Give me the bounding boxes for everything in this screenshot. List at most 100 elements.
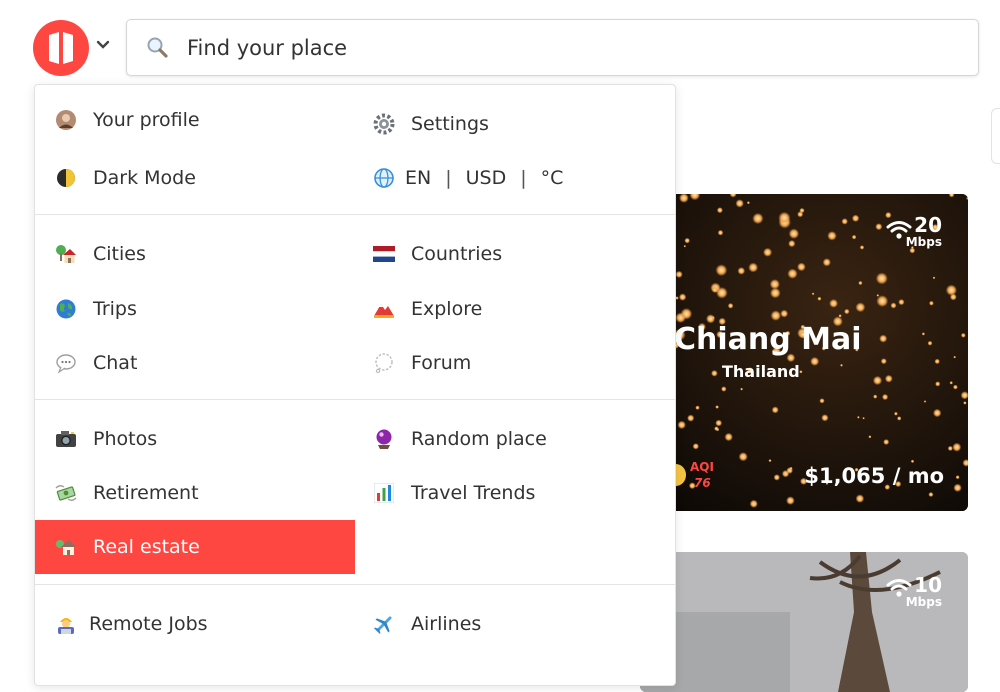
lantern-glow — [857, 416, 860, 419]
menu-item-settings[interactable]: Settings — [355, 97, 675, 151]
menu-item-photos[interactable]: Photos — [35, 412, 355, 466]
lantern-glow — [947, 445, 953, 451]
menu-label: Explore — [411, 298, 483, 320]
menu-label: Your profile — [93, 109, 200, 131]
menu-item-cities[interactable]: Cities — [35, 227, 355, 281]
search-bar[interactable] — [126, 19, 979, 76]
lantern-glow — [780, 309, 789, 318]
menu-item-dark-mode[interactable]: Dark Mode — [35, 151, 355, 205]
lantern-glow — [827, 231, 837, 241]
lantern-glow — [746, 201, 750, 205]
lantern-glow — [873, 394, 878, 399]
lantern-glow — [933, 408, 942, 418]
nomad-logo-button[interactable] — [33, 20, 89, 76]
lantern-glow — [786, 496, 795, 505]
menu-item-real-estate[interactable]: Real estate — [35, 520, 355, 574]
lantern-glow — [822, 258, 831, 267]
lantern-glow — [855, 494, 865, 503]
lantern-glow — [711, 316, 715, 319]
lantern-glow — [876, 295, 889, 307]
lantern-glow — [740, 387, 743, 391]
menu-item-airlines[interactable]: Airlines — [355, 597, 675, 651]
menu-label: Forum — [411, 352, 472, 374]
lantern-glow — [953, 483, 962, 492]
avatar-icon — [55, 109, 77, 131]
lantern-glow — [735, 199, 744, 208]
menu-label: Trips — [93, 298, 137, 320]
globe-icon — [373, 167, 395, 189]
search-input[interactable] — [185, 30, 949, 66]
city-card-chiang-mai[interactable]: 20 Mbps Chiang Mai Thailand AQI 76 $1,06… — [640, 194, 968, 511]
lantern-glow — [840, 363, 843, 367]
lantern-glow — [934, 358, 940, 365]
speed-value: 20 — [914, 213, 942, 237]
lantern-glow — [771, 406, 779, 414]
lantern-glow — [929, 300, 934, 306]
menu-item-forum[interactable]: Forum — [355, 336, 675, 390]
lantern-glow — [897, 416, 902, 421]
internet-speed: 20 Mbps — [906, 214, 942, 248]
lantern-glow — [883, 439, 890, 445]
menu-label: Photos — [93, 428, 158, 450]
speed-unit: Mbps — [905, 235, 942, 249]
lantern-glow — [810, 356, 820, 366]
lantern-glow — [935, 381, 941, 387]
menu-label: Random place — [411, 428, 547, 450]
lantern-glow — [868, 435, 872, 439]
lantern-glow — [851, 214, 860, 222]
menu-label: Travel Trends — [411, 482, 536, 504]
lantern-glow — [880, 358, 887, 365]
bar-chart-icon — [373, 482, 395, 504]
lantern-glow — [677, 420, 686, 430]
lantern-glow — [851, 234, 857, 240]
lantern-glow — [788, 228, 800, 239]
lantern-glow — [797, 262, 806, 272]
currency-value[interactable]: USD — [466, 167, 507, 189]
temperature-unit[interactable]: °C — [541, 167, 564, 189]
menu-item-remote-jobs[interactable]: Remote Jobs — [35, 597, 355, 651]
lantern-glow — [859, 245, 865, 250]
lantern-glow — [716, 287, 728, 299]
lantern-glow — [749, 499, 758, 508]
menu-item-chat[interactable]: Chat — [35, 336, 355, 390]
menu-item-countries[interactable]: Countries — [355, 227, 675, 281]
house-icon — [55, 536, 77, 558]
speed-unit: Mbps — [905, 595, 942, 609]
menu-item-explore[interactable]: Explore — [355, 282, 675, 336]
lantern-glow — [675, 270, 683, 278]
lantern-glow — [738, 452, 748, 462]
lantern-glow — [890, 302, 897, 309]
lantern-glow — [770, 310, 781, 321]
city-card-2[interactable]: 10 Mbps — [640, 552, 968, 692]
mountain-icon — [373, 298, 395, 320]
camera-icon — [55, 428, 77, 450]
lantern-glow — [817, 296, 822, 301]
lantern-glow — [778, 211, 791, 224]
half-moon-icon — [55, 167, 77, 189]
menu-label: Retirement — [93, 482, 199, 504]
lantern-glow — [910, 459, 915, 463]
lantern-glow — [855, 302, 866, 313]
menu-item-your-profile[interactable]: Your profile — [35, 93, 355, 147]
lantern-glow — [789, 466, 793, 470]
menu-item-random-place[interactable]: Random place — [355, 412, 675, 466]
menu-item-retirement[interactable]: Retirement — [35, 466, 355, 520]
airplane-icon — [373, 613, 395, 635]
lantern-glow — [770, 287, 781, 299]
separator: | — [445, 167, 452, 189]
country-name: Thailand — [722, 362, 800, 381]
lantern-glow — [829, 299, 838, 308]
lantern-glow — [952, 442, 962, 452]
language-value[interactable]: EN — [405, 167, 431, 189]
internet-speed: 10 Mbps — [906, 574, 942, 608]
speech-bubble-icon — [55, 352, 77, 374]
chevron-down-icon[interactable] — [96, 38, 110, 52]
menu-item-locale[interactable]: EN | USD | °C — [355, 151, 675, 205]
lantern-glow — [955, 475, 960, 480]
lantern-glow — [763, 247, 773, 257]
lantern-glow — [819, 398, 825, 404]
menu-item-trips[interactable]: Trips — [35, 282, 355, 336]
thought-bubble-icon — [373, 352, 395, 374]
menu-label: Dark Mode — [93, 167, 196, 189]
menu-item-travel-trends[interactable]: Travel Trends — [355, 466, 675, 520]
